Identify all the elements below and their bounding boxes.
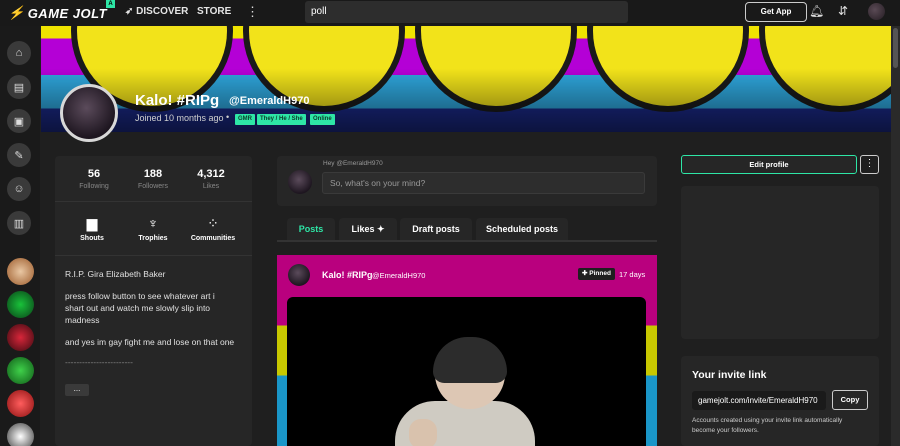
bio-line: R.I.P. Gira Elizabeth Baker: [65, 269, 166, 279]
following-count: 56: [87, 168, 101, 180]
rail-bag-icon[interactable]: ▣: [7, 109, 31, 133]
stat-likes[interactable]: 4,312 Likes: [181, 168, 241, 190]
invite-title: Your invite link: [692, 369, 767, 381]
invite-link-field[interactable]: gamejolt.com/invite/EmeraldH970: [692, 391, 826, 410]
speech-bubble-icon: ▆: [86, 215, 98, 231]
store-link[interactable]: STORE: [197, 6, 231, 17]
discover-label: DISCOVER: [136, 6, 189, 17]
likes-count: 4,312: [197, 168, 225, 180]
rail-community-4[interactable]: [7, 357, 34, 384]
following-label: Following: [79, 183, 109, 190]
tabs-underline: [277, 240, 657, 242]
sidebar-placeholder-box: [681, 186, 879, 339]
rail-community-5[interactable]: [7, 390, 34, 417]
scrollbar-thumb[interactable]: [893, 28, 898, 68]
eye-slash-icon: ✦: [376, 224, 385, 234]
profile-avatar[interactable]: [60, 84, 118, 142]
stat-followers[interactable]: 188 Followers: [123, 168, 183, 190]
pinned-badge: ✚ Pinned: [578, 268, 615, 280]
card-divider: [55, 201, 252, 202]
tag-gmr: GMR: [235, 114, 255, 125]
rail-community-3[interactable]: [7, 324, 34, 351]
shouts-shortcut[interactable]: ▆ Shouts: [62, 215, 122, 242]
invite-note: Accounts created using your invite link …: [692, 417, 843, 434]
rail-community-6[interactable]: [7, 423, 34, 446]
media-person-hat: [433, 337, 507, 383]
scrollbar-track[interactable]: [891, 26, 900, 446]
rail-home-icon[interactable]: ⌂: [7, 41, 31, 65]
gamejolt-logo[interactable]: ⚡ GAME JOLT: [8, 5, 107, 21]
logo-text: GAME JOLT: [27, 5, 108, 21]
rail-store-icon[interactable]: ▤: [7, 75, 31, 99]
edit-profile-button[interactable]: Edit profile: [681, 155, 857, 174]
profile-name: Kalo! #RIPg: [135, 92, 220, 109]
communities-shortcut[interactable]: ⁘ Communities: [183, 215, 243, 242]
tab-likes[interactable]: Likes ✦: [339, 218, 397, 241]
card-divider: [55, 255, 252, 256]
rail-library-icon[interactable]: ▥: [7, 211, 31, 235]
trophy-icon: ♆: [147, 215, 159, 231]
bolt-icon: ⚡: [8, 5, 25, 20]
copy-button[interactable]: Copy: [832, 390, 868, 410]
friends-icon[interactable]: ⇵: [838, 4, 848, 18]
grid-icon: ⁘: [207, 215, 219, 231]
bio-line: and yes im gay fight me and lose on that…: [65, 337, 235, 347]
rail-community-2[interactable]: [7, 291, 34, 318]
tag-online: Online: [310, 114, 335, 125]
post-author-handle[interactable]: @EmeraldH970: [372, 271, 425, 280]
media-person-hand: [409, 419, 437, 446]
joined-date: Joined 10 months ago: [135, 113, 224, 123]
discover-link[interactable]: ➶ DISCOVER: [125, 6, 188, 17]
communities-label: Communities: [190, 235, 236, 242]
likes-label: Likes: [202, 183, 220, 190]
post-author-avatar[interactable]: [288, 264, 310, 286]
bell-icon[interactable]: 🔔︎: [809, 4, 824, 18]
shouts-label: Shouts: [80, 235, 104, 242]
tab-likes-label: Likes: [351, 224, 375, 234]
pinned-label: Pinned: [589, 270, 611, 277]
user-avatar[interactable]: [868, 3, 885, 20]
tab-posts[interactable]: Posts: [287, 218, 335, 241]
tag-pronouns: They / He / She: [257, 114, 306, 125]
tab-scheduled-posts[interactable]: Scheduled posts: [476, 218, 568, 241]
post-author-name[interactable]: Kalo! #RIPg: [322, 270, 373, 280]
pin-icon: ✚: [582, 270, 588, 277]
post-timestamp: 17 days: [619, 270, 646, 279]
composer-input[interactable]: So, what's on your mind?: [322, 172, 645, 194]
left-rail: ⌂ ▤ ▣ ✎ ☺ ▥: [0, 26, 40, 446]
followers-label: Followers: [138, 183, 168, 190]
top-navbar: ⚡ GAME JOLT A ➶ DISCOVER STORE ⋮ poll Ge…: [0, 0, 900, 26]
bio-line: ------------------------: [65, 357, 133, 367]
profile-more-icon[interactable]: ⋮: [860, 155, 879, 174]
bio-more-button[interactable]: ...: [65, 384, 89, 396]
profile-handle: @EmeraldH970: [229, 95, 310, 107]
search-input[interactable]: poll: [305, 1, 628, 23]
tab-draft-posts[interactable]: Draft posts: [400, 218, 472, 241]
stat-following[interactable]: 56 Following: [64, 168, 124, 190]
composer-avatar: [288, 170, 312, 194]
separator-dot: •: [226, 112, 230, 122]
post-media[interactable]: [287, 297, 646, 446]
get-app-button[interactable]: Get App: [745, 2, 807, 22]
rail-brush-icon[interactable]: ✎: [7, 143, 31, 167]
bio-line: press follow button to see whatever art …: [65, 291, 215, 325]
rail-chat-icon[interactable]: ☺: [7, 177, 31, 201]
rail-community-1[interactable]: [7, 258, 34, 285]
more-menu-icon[interactable]: ⋮: [246, 4, 259, 20]
trophies-label: Trophies: [138, 235, 168, 242]
composer-greeting: Hey @EmeraldH970: [323, 160, 383, 167]
followers-count: 188: [143, 168, 163, 180]
trophies-shortcut[interactable]: ♆ Trophies: [123, 215, 183, 242]
compass-icon: ➶: [125, 6, 134, 17]
notification-badge: A: [106, 0, 115, 8]
